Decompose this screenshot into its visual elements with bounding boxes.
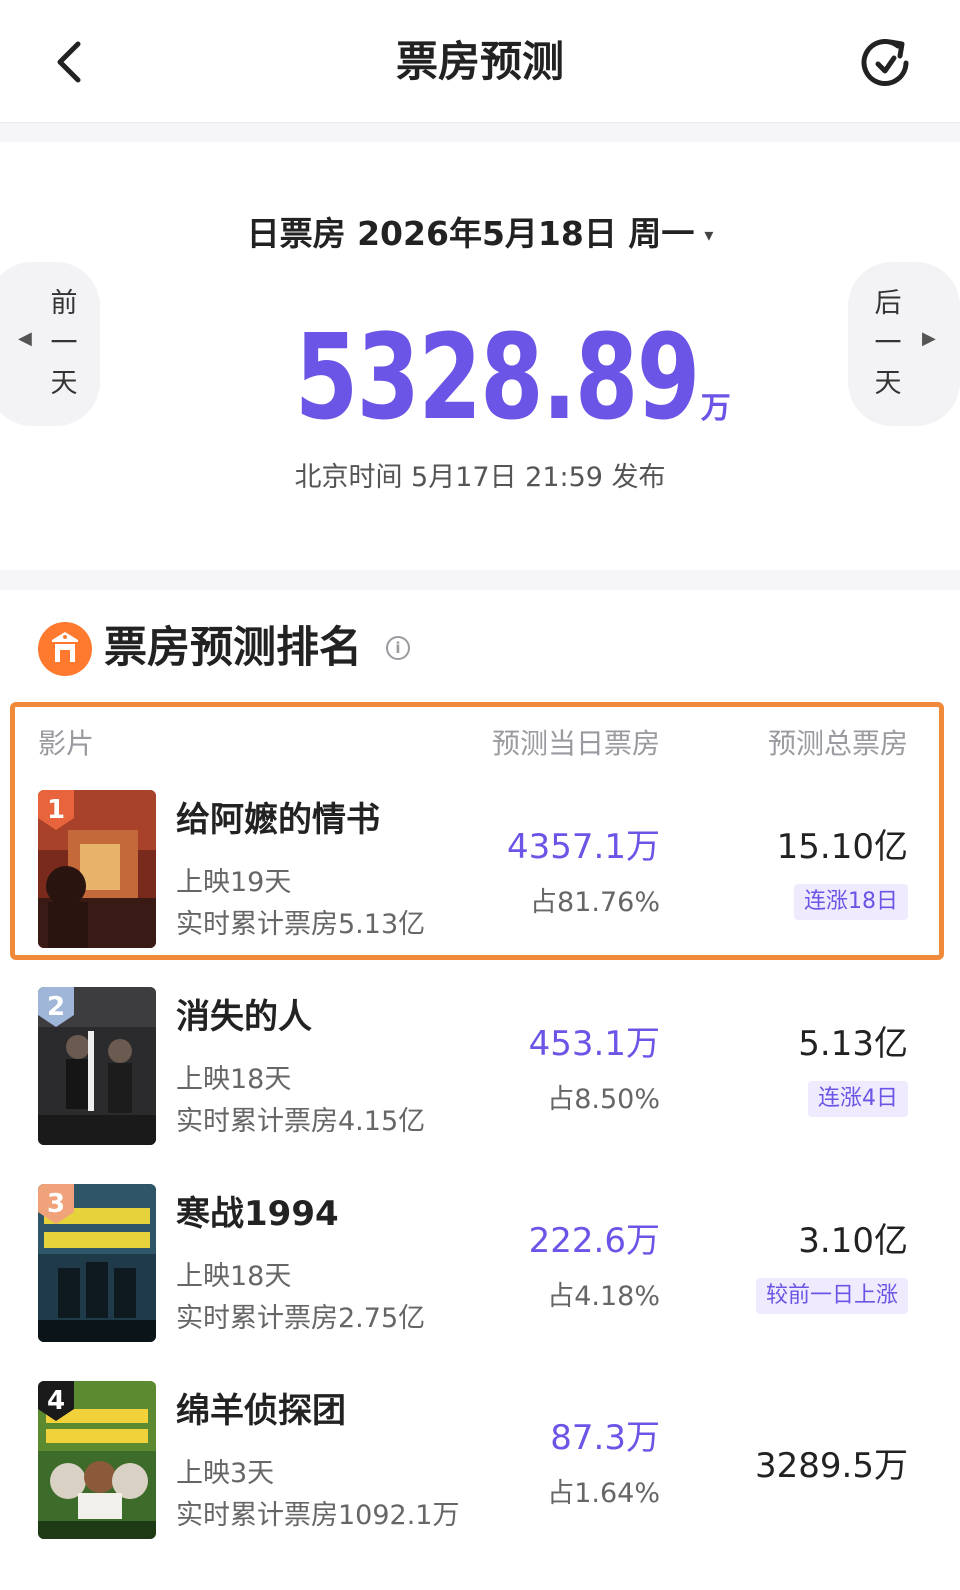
cinema-icon [38, 622, 92, 676]
cumulative-box-office: 实时累计票房4.15亿 [176, 1106, 426, 1137]
trend-tag: 连涨18日 [794, 884, 908, 920]
date-label: 日票房 2026年5月18日 周一 [246, 214, 695, 253]
predicted-total-box-office: 3289.5万 [755, 1446, 908, 1486]
daily-box-office-card: 日票房 2026年5月18日 周一 ▾ ◀ 前 一 天 后 一 天 ▶ 5328.… [0, 142, 960, 570]
predicted-total-box-office: 15.10亿 [776, 827, 908, 867]
predicted-total-box-office: 5.13亿 [798, 1024, 908, 1064]
days-released: 上映19天 [176, 867, 292, 898]
daily-box-office-value: 5328.89万 [294, 308, 731, 446]
days-released: 上映18天 [176, 1261, 292, 1292]
film-title: 消失的人 [176, 997, 312, 1037]
trend-tag: 较前一日上涨 [755, 1278, 908, 1314]
film-title: 给阿嬷的情书 [176, 800, 380, 840]
predicted-day-box-office: 453.1万 [528, 1024, 660, 1064]
page-title: 票房预测 [395, 37, 564, 86]
ranking-section: 票房预测排名 i 影片 预测当日票房 预测总票房 1 给阿嬷的情书 上映19天 … [0, 590, 960, 1590]
section-title: 票房预测排名 [104, 623, 362, 673]
caret-down-icon: ▾ [704, 224, 714, 246]
cumulative-box-office: 实时累计票房5.13亿 [176, 909, 426, 940]
film-row[interactable]: 4 绵羊侦探团 上映3天 实时累计票房1092.1万 87.3万 占1.64% … [0, 1381, 960, 1541]
movie-poster: 2 [38, 987, 156, 1145]
share-percent: 占81.76% [530, 887, 660, 918]
days-released: 上映3天 [176, 1458, 275, 1489]
trend-tag: 连涨4日 [808, 1081, 908, 1117]
predicted-total-box-office: 3.10亿 [798, 1221, 908, 1261]
film-row[interactable]: 3 寒战1994 上映18天 实时累计票房2.75亿 222.6万 占4.18%… [0, 1184, 960, 1344]
refresh-button[interactable] [858, 36, 912, 90]
film-row[interactable]: 1 给阿嬷的情书 上映19天 实时累计票房5.13亿 4357.1万 占81.7… [0, 790, 960, 950]
film-title: 绵羊侦探团 [176, 1391, 346, 1431]
share-percent: 占1.64% [547, 1478, 660, 1509]
film-row[interactable]: 2 消失的人 上映18天 实时累计票房4.15亿 453.1万 占8.50% 5… [0, 987, 960, 1147]
predicted-day-box-office: 4357.1万 [507, 827, 660, 867]
film-title: 寒战1994 [176, 1194, 339, 1234]
share-percent: 占4.18% [547, 1281, 660, 1312]
share-percent: 占8.50% [547, 1084, 660, 1115]
days-released: 上映18天 [176, 1064, 292, 1095]
predicted-day-box-office: 222.6万 [528, 1221, 660, 1261]
app-header: 票房预测 [0, 0, 960, 123]
predicted-day-box-office: 87.3万 [550, 1418, 660, 1458]
refresh-icon [861, 39, 909, 86]
info-icon[interactable]: i [386, 636, 410, 660]
movie-poster: 1 [38, 790, 156, 948]
movie-poster: 4 [38, 1381, 156, 1539]
date-selector[interactable]: 日票房 2026年5月18日 周一 ▾ [0, 212, 960, 258]
movie-poster: 3 [38, 1184, 156, 1342]
cumulative-box-office: 实时累计票房1092.1万 [176, 1500, 460, 1531]
cumulative-box-office: 实时累计票房2.75亿 [176, 1303, 426, 1334]
publish-time: 北京时间 5月17日 21:59 发布 [294, 462, 666, 493]
